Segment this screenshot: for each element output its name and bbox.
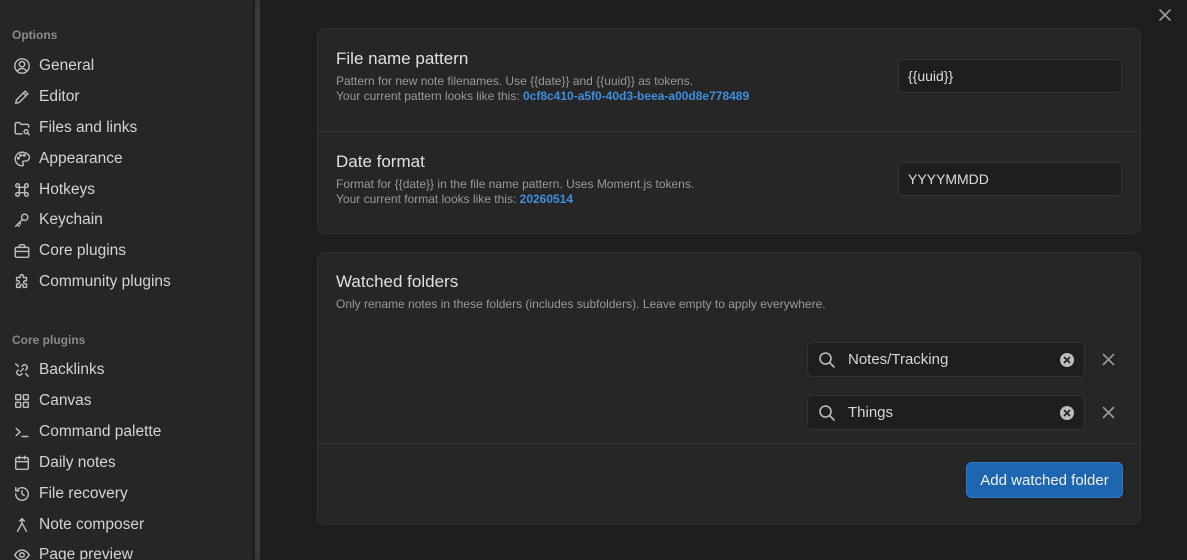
sidebar-item-label: Appearance bbox=[39, 150, 123, 167]
sidebar-item-label: Editor bbox=[39, 88, 80, 105]
sidebar-item-keychain[interactable]: Keychain bbox=[6, 206, 246, 234]
pencil-icon bbox=[12, 87, 32, 107]
file-name-pattern-value: {{uuid}} bbox=[908, 68, 954, 84]
sidebar-item-label: Files and links bbox=[39, 119, 138, 136]
eye-icon bbox=[12, 545, 32, 560]
sidebar-item-files-and-links[interactable]: Files and links bbox=[6, 114, 246, 142]
sidebar-heading-core-plugins: Core plugins bbox=[12, 333, 86, 347]
watched-folder-value: Notes/Tracking bbox=[848, 351, 949, 368]
sidebar-item-label: Daily notes bbox=[39, 454, 116, 471]
sidebar-item-label: General bbox=[39, 57, 95, 74]
file-name-pattern-example: 0cf8c410-a5f0-40d3-beea-a00d8e778489 bbox=[522, 89, 750, 103]
canvas-grid-icon bbox=[12, 391, 32, 411]
sidebar-item-label: Keychain bbox=[39, 211, 103, 228]
remove-folder-button[interactable] bbox=[1099, 403, 1117, 421]
sidebar-item-community-plugins[interactable]: Community plugins bbox=[6, 268, 246, 296]
close-icon bbox=[1102, 353, 1114, 365]
sidebar-item-label: Command palette bbox=[39, 423, 162, 440]
merge-icon bbox=[12, 515, 32, 535]
sidebar-item-label: File recovery bbox=[39, 485, 128, 502]
sidebar-item-command-palette[interactable]: Command palette bbox=[6, 418, 246, 446]
sidebar-item-daily-notes[interactable]: Daily notes bbox=[6, 449, 246, 477]
close-icon bbox=[1159, 9, 1171, 21]
search-icon bbox=[818, 351, 836, 369]
sidebar-item-file-recovery[interactable]: File recovery bbox=[6, 480, 246, 508]
divider bbox=[318, 131, 1140, 132]
date-format-desc-line: Format for {{date}} in the file name pat… bbox=[336, 177, 695, 191]
sidebar-item-hotkeys[interactable]: Hotkeys bbox=[6, 176, 246, 204]
sidebar-item-label: Hotkeys bbox=[39, 181, 95, 198]
naming-settings-card: File name pattern Pattern for new note f… bbox=[317, 28, 1141, 234]
divider bbox=[318, 443, 1140, 444]
palette-icon bbox=[12, 149, 32, 169]
remove-folder-button[interactable] bbox=[1099, 350, 1117, 368]
file-name-pattern-description: Pattern for new note filenames. Use {{da… bbox=[336, 74, 749, 104]
sidebar-item-label: Canvas bbox=[39, 392, 92, 409]
clear-input-icon[interactable] bbox=[1059, 352, 1075, 368]
clear-input-icon[interactable] bbox=[1059, 405, 1075, 421]
watched-folder-input[interactable]: Notes/Tracking bbox=[807, 342, 1085, 377]
sidebar-item-backlinks[interactable]: Backlinks bbox=[6, 356, 246, 384]
file-name-pattern-desc-line: Pattern for new note filenames. Use {{da… bbox=[336, 74, 693, 88]
watched-folder-value: Things bbox=[848, 404, 894, 421]
sidebar-item-note-composer[interactable]: Note composer bbox=[6, 511, 246, 539]
sidebar-item-general[interactable]: General bbox=[6, 52, 246, 80]
sidebar-item-label: Core plugins bbox=[39, 242, 127, 259]
watched-folders-card: Watched folders Only rename notes in the… bbox=[317, 252, 1141, 525]
sidebar-item-core-plugins[interactable]: Core plugins bbox=[6, 237, 246, 265]
file-name-pattern-title: File name pattern bbox=[336, 49, 469, 68]
folder-link-icon bbox=[12, 118, 32, 138]
settings-sidebar: Options General Editor Files and links A… bbox=[0, 0, 252, 560]
file-name-pattern-input[interactable]: {{uuid}} bbox=[898, 59, 1122, 93]
command-icon bbox=[12, 180, 32, 200]
sidebar-item-label: Community plugins bbox=[39, 273, 171, 290]
add-watched-folder-button[interactable]: Add watched folder bbox=[966, 462, 1123, 498]
date-format-value: YYYYMMDD bbox=[908, 171, 989, 187]
watched-folders-description: Only rename notes in these folders (incl… bbox=[336, 297, 826, 311]
terminal-icon bbox=[12, 422, 32, 442]
file-name-pattern-example-prefix: Your current pattern looks like this: bbox=[336, 89, 523, 103]
date-format-example-prefix: Your current format looks like this: bbox=[336, 192, 520, 206]
sidebar-scrollbar-thumb[interactable] bbox=[255, 0, 260, 560]
date-format-example: 20260514 bbox=[519, 192, 574, 206]
date-format-title: Date format bbox=[336, 152, 425, 171]
file-name-pattern-example-line: Your current pattern looks like this: 0c… bbox=[336, 89, 749, 104]
sidebar-item-label: Backlinks bbox=[39, 361, 105, 378]
briefcase-icon bbox=[12, 241, 32, 261]
sidebar-item-label: Note composer bbox=[39, 516, 145, 533]
user-circle-icon bbox=[12, 56, 32, 76]
sidebar-item-appearance[interactable]: Appearance bbox=[6, 145, 246, 173]
date-format-example-line: Your current format looks like this: 202… bbox=[336, 192, 694, 207]
settings-window: Options General Editor Files and links A… bbox=[0, 0, 1187, 560]
puzzle-icon bbox=[12, 272, 32, 292]
sidebar-item-label: Page preview bbox=[39, 546, 133, 560]
close-icon bbox=[1102, 406, 1114, 418]
backlinks-icon bbox=[12, 360, 32, 380]
calendar-icon bbox=[12, 453, 32, 473]
sidebar-item-editor[interactable]: Editor bbox=[6, 83, 246, 111]
close-button[interactable] bbox=[1154, 4, 1176, 26]
watched-folders-title: Watched folders bbox=[336, 272, 459, 291]
history-icon bbox=[12, 484, 32, 504]
sidebar-heading-options: Options bbox=[12, 28, 58, 42]
search-icon bbox=[818, 404, 836, 422]
sidebar-item-page-preview[interactable]: Page preview bbox=[6, 541, 246, 560]
sidebar-item-canvas[interactable]: Canvas bbox=[6, 387, 246, 415]
watched-folder-input[interactable]: Things bbox=[807, 395, 1085, 430]
key-icon bbox=[12, 210, 32, 230]
date-format-description: Format for {{date}} in the file name pat… bbox=[336, 177, 694, 207]
date-format-input[interactable]: YYYYMMDD bbox=[898, 162, 1122, 196]
